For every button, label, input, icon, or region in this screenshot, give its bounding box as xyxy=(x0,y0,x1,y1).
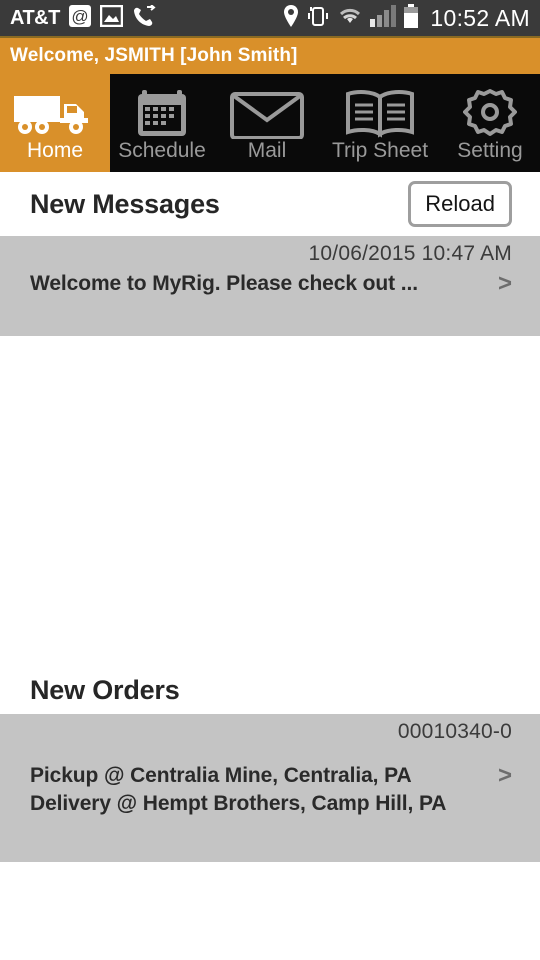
reload-button[interactable]: Reload xyxy=(408,181,512,227)
wifi-icon xyxy=(337,5,363,32)
carrier-label: AT&T xyxy=(10,7,60,29)
new-messages-header: New Messages Reload xyxy=(0,172,540,236)
envelope-icon xyxy=(229,86,305,140)
message-list-item[interactable]: 10/06/2015 10:47 AM Welcome to MyRig. Pl… xyxy=(0,236,540,299)
app-screen: AT&T @ 10:52 AM Welcome, JSMITH [John Sm… xyxy=(0,0,540,960)
new-messages-list: 10/06/2015 10:47 AM Welcome to MyRig. Pl… xyxy=(0,236,540,336)
tab-trip-sheet[interactable]: Trip Sheet xyxy=(320,74,440,172)
tab-mail-label: Mail xyxy=(247,138,287,162)
bottom-spacer xyxy=(0,862,540,957)
tab-schedule-label: Schedule xyxy=(118,138,206,162)
order-delivery-text: Delivery @ Hempt Brothers, Camp Hill, PA xyxy=(30,791,447,815)
main-navigation-tabbar: Home Schedule Mail Trip Sheet Setting xyxy=(0,74,540,172)
battery-icon xyxy=(403,3,419,33)
truck-icon xyxy=(12,86,98,140)
content-spacer xyxy=(0,336,540,666)
svg-text:@: @ xyxy=(71,7,88,26)
order-list-item[interactable]: 00010340-0 Pickup @ Centralia Mine, Cent… xyxy=(0,714,540,818)
vibrate-mode-icon xyxy=(306,4,330,33)
new-orders-title: New Orders xyxy=(30,674,180,705)
order-pickup-text: Pickup @ Centralia Mine, Centralia, PA xyxy=(30,764,412,787)
photo-image-icon xyxy=(99,4,124,32)
welcome-bar: Welcome, JSMITH [John Smith] xyxy=(0,38,540,74)
status-bar-clock: 10:52 AM xyxy=(430,4,530,31)
android-status-bar: AT&T @ 10:52 AM xyxy=(0,0,540,38)
new-orders-list: 00010340-0 Pickup @ Centralia Mine, Cent… xyxy=(0,714,540,862)
calendar-icon xyxy=(136,86,188,140)
tab-schedule[interactable]: Schedule xyxy=(110,74,214,172)
email-at-icon: @ xyxy=(68,4,91,32)
order-number: 00010340-0 xyxy=(397,720,512,743)
location-pin-icon xyxy=(283,4,299,33)
open-book-icon xyxy=(343,86,417,140)
new-messages-title: New Messages xyxy=(30,188,220,219)
tab-mail[interactable]: Mail xyxy=(214,74,320,172)
tab-home[interactable]: Home xyxy=(0,74,110,172)
tab-setting[interactable]: Setting xyxy=(440,74,540,172)
new-orders-header: New Orders xyxy=(0,666,540,714)
order-chevron-right-icon[interactable]: > xyxy=(488,762,512,791)
message-chevron-right-icon[interactable]: > xyxy=(488,270,512,299)
call-forward-icon xyxy=(132,3,157,32)
signal-bars-icon xyxy=(370,4,397,32)
status-bar-right-group: 10:52 AM xyxy=(283,3,530,33)
status-bar-left-group: AT&T @ xyxy=(10,3,283,32)
tab-trip-sheet-label: Trip Sheet xyxy=(331,138,429,162)
message-preview-text: Welcome to MyRig. Please check out ... xyxy=(30,272,418,295)
welcome-message: Welcome, JSMITH [John Smith] xyxy=(10,45,298,66)
gear-icon xyxy=(463,86,517,140)
tab-setting-label: Setting xyxy=(457,138,523,162)
tab-home-label: Home xyxy=(26,138,84,162)
message-timestamp: 10/06/2015 10:47 AM xyxy=(308,242,512,265)
